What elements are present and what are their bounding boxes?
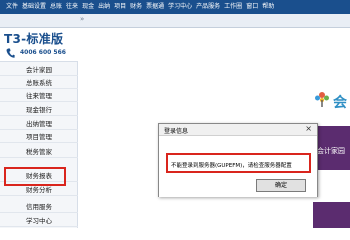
- sidebar-item-tax[interactable]: 税务管家: [0, 147, 78, 158]
- product-logo: T3-标准版: [4, 32, 64, 46]
- menu-learning-center[interactable]: 学习中心: [168, 0, 192, 14]
- dialog-title: 登录信息: [164, 128, 189, 135]
- collapse-sidebar-icon[interactable]: »: [80, 15, 84, 23]
- brand-panel: T3-标准版 4006 600 566: [0, 28, 78, 62]
- menu-cash[interactable]: 现金: [82, 0, 94, 14]
- brand-logo-glyph: 会: [333, 95, 347, 111]
- support-phone: 4006 600 566: [20, 49, 66, 56]
- menu-help[interactable]: 帮助: [262, 0, 274, 14]
- menu-general-ledger[interactable]: 总账: [50, 0, 62, 14]
- menu-cashier[interactable]: 出纳: [98, 0, 110, 14]
- tree-logo-icon: [315, 92, 329, 107]
- accounting-home-tile[interactable]: 会计家园: [313, 126, 350, 170]
- sidebar-item-learning[interactable]: 学习中心: [0, 216, 78, 227]
- menu-bar: 文件 基础设置 总账 往来 现金 出纳 项目 财务 票据通 学习中心 产品服务 …: [0, 0, 350, 14]
- sidebar-item-cash-bank[interactable]: 现金银行: [0, 105, 78, 116]
- promo-tile[interactable]: [313, 202, 350, 228]
- close-icon[interactable]: ×: [305, 124, 312, 134]
- phone-icon: [6, 48, 15, 58]
- ok-button[interactable]: 确定: [256, 179, 306, 192]
- menu-window[interactable]: 窗口: [246, 0, 258, 14]
- dialog-body: 不能登录到服务器(GUPEFM)，请检查服务器配置 确定: [159, 135, 317, 197]
- sidebar-item-accounts[interactable]: 往来管理: [0, 91, 78, 102]
- menu-work-circle[interactable]: 工作圈: [224, 0, 242, 14]
- menu-accounts[interactable]: 往来: [66, 0, 78, 14]
- sidebar-item-accounting-home[interactable]: 会计家园: [0, 65, 78, 76]
- tile-label: 会计家园: [317, 147, 345, 155]
- login-info-dialog: 登录信息 × 不能登录到服务器(GUPEFM)，请检查服务器配置 确定: [158, 123, 318, 197]
- menu-projects[interactable]: 项目: [114, 0, 126, 14]
- menu-finance[interactable]: 财务: [130, 0, 142, 14]
- sidebar-item-cashier[interactable]: 出纳管理: [0, 119, 78, 130]
- selected-item-highlight: [4, 167, 66, 186]
- sidebar-item-general-ledger[interactable]: 总账系统: [0, 78, 78, 89]
- sidebar-item-credit[interactable]: 信用服务: [0, 202, 78, 213]
- menu-file[interactable]: 文件: [6, 0, 18, 14]
- sidebar-item-projects[interactable]: 项目管理: [0, 132, 78, 143]
- menu-basic-settings[interactable]: 基础设置: [22, 0, 46, 14]
- sidebar: T3-标准版 4006 600 566 会计家园 总账系统 往来管理 现金银行 …: [0, 28, 78, 228]
- sidebar-item-financial-analysis[interactable]: 财务分析: [0, 185, 78, 196]
- toolbar: [0, 14, 350, 28]
- menu-product-services[interactable]: 产品服务: [196, 0, 220, 14]
- error-message: 不能登录到服务器(GUPEFM)，请检查服务器配置: [171, 163, 292, 169]
- menu-invoice[interactable]: 票据通: [146, 0, 164, 14]
